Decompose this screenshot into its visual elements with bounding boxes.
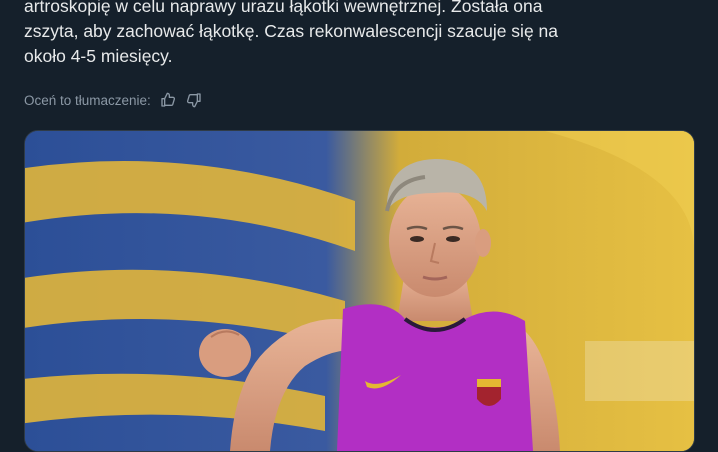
tweet-text-line-3: około 4-5 miesięcy. [24, 46, 173, 66]
tweet-text: artroskopię w celu naprawy urazu łąkotki… [24, 0, 684, 69]
tweet-photo[interactable] [24, 130, 695, 452]
translation-rating-label: Oceń to tłumaczenie: [24, 92, 151, 108]
thumbs-down-icon[interactable] [185, 91, 203, 109]
tweet-text-line-2: zszyta, aby zachować łąkotkę. Czas rekon… [24, 21, 558, 41]
translation-rating: Oceń to tłumaczenie: [24, 90, 203, 110]
tweet-text-line-1: artroskopię w celu naprawy urazu łąkotki… [24, 0, 543, 16]
thumbs-up-icon[interactable] [159, 91, 177, 109]
photo-scene [25, 131, 694, 451]
